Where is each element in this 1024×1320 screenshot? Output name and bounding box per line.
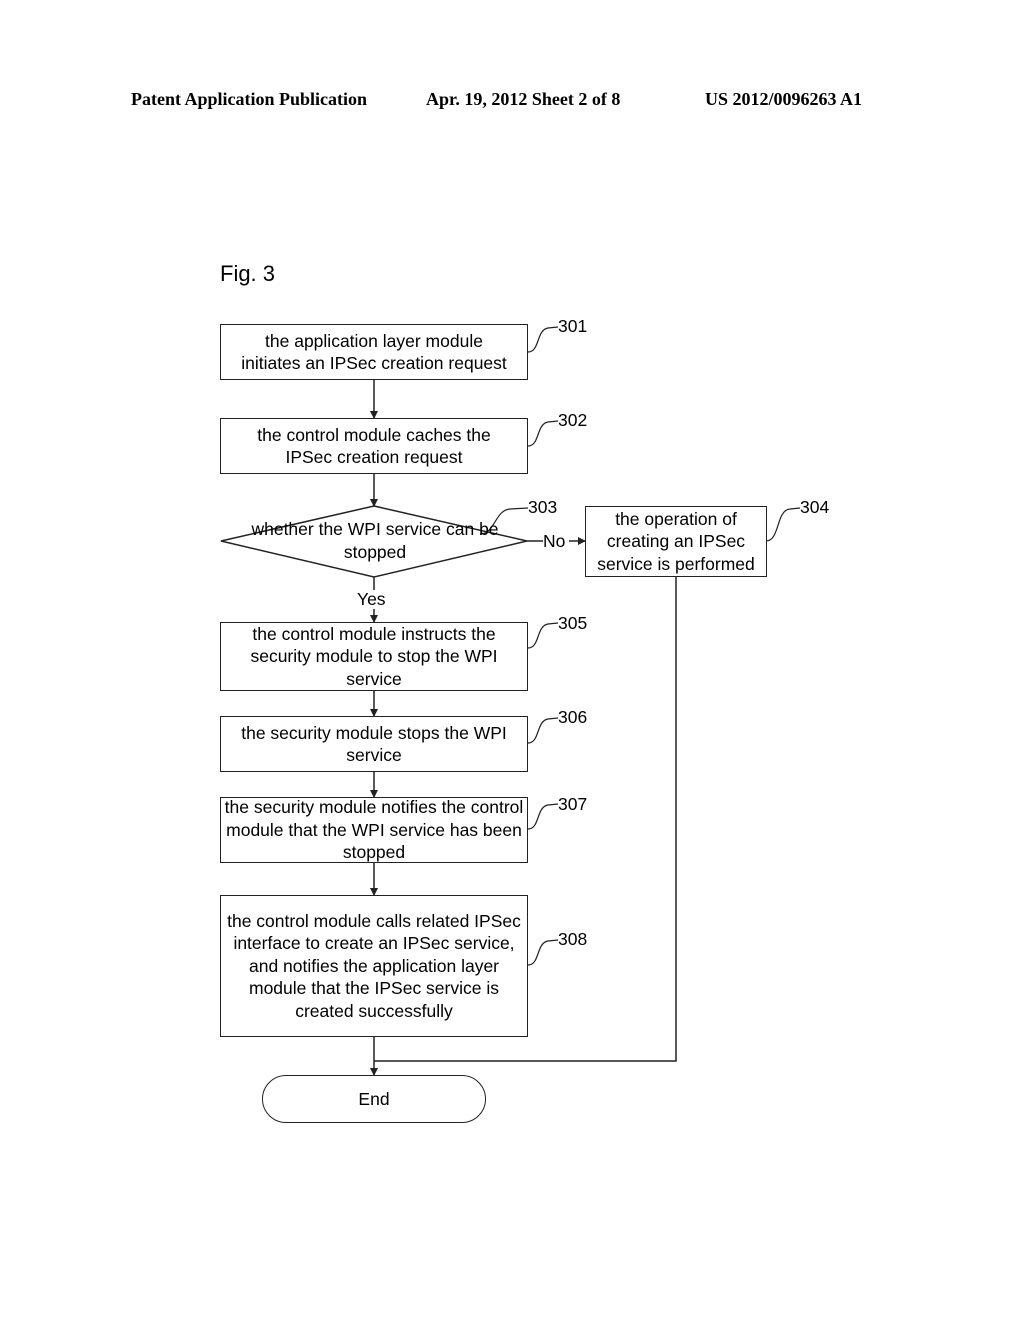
ref-307: 307	[558, 794, 588, 814]
step-305-text: the control module instructs the securit…	[250, 623, 498, 689]
step-308-box: the control module calls related IPSec i…	[220, 895, 528, 1037]
leader-307	[527, 803, 559, 830]
ref-302: 302	[558, 410, 588, 430]
leader-304	[765, 507, 801, 542]
step-304-text: the operation of creating an IPSec servi…	[597, 508, 755, 574]
branch-yes-label: Yes	[357, 589, 386, 609]
ref-304: 304	[800, 497, 830, 517]
step-304-box: the operation of creating an IPSec servi…	[585, 506, 767, 577]
ref-301: 301	[558, 316, 588, 336]
ref-303: 303	[528, 497, 558, 517]
leader-301	[527, 326, 559, 353]
leader-308	[527, 939, 559, 966]
step-302-box: the control module caches the IPSec crea…	[220, 418, 528, 474]
leader-305	[527, 622, 559, 649]
ref-306: 306	[558, 707, 588, 727]
leader-302	[527, 420, 559, 447]
end-label: End	[358, 1088, 390, 1109]
branch-no-label: No	[543, 531, 566, 551]
end-terminator: End	[262, 1075, 486, 1123]
ref-305: 305	[558, 613, 588, 633]
step-301-text: the application layer module initiates a…	[241, 330, 507, 374]
step-308-text: the control module calls related IPSec i…	[227, 910, 521, 1021]
ref-308: 308	[558, 929, 588, 949]
step-306-box: the security module stops the WPI servic…	[220, 716, 528, 772]
step-301-box: the application layer module initiates a…	[220, 324, 528, 380]
step-302-text: the control module caches the IPSec crea…	[257, 424, 491, 468]
leader-306	[527, 717, 559, 744]
step-303-text: whether the WPI service can be stopped	[251, 519, 499, 562]
step-307-box: the security module notifies the control…	[220, 797, 528, 863]
step-307-text: the security module notifies the control…	[224, 797, 524, 863]
step-306-text: the security module stops the WPI servic…	[241, 722, 507, 766]
step-305-box: the control module instructs the securit…	[220, 622, 528, 691]
